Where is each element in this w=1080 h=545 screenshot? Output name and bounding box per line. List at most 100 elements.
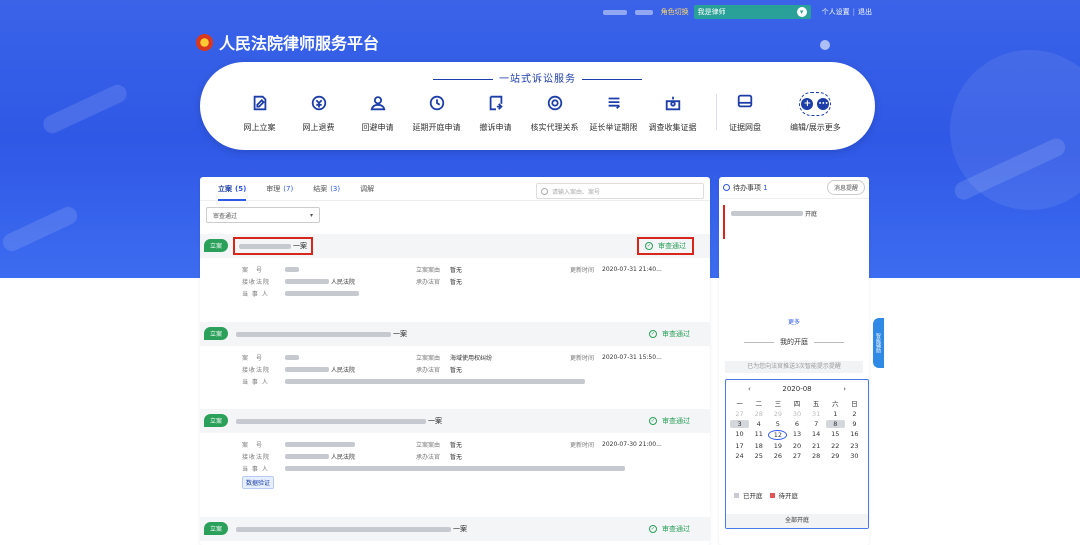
logout-link[interactable]: 退出 [858, 7, 872, 17]
case-title[interactable]: 一案 [236, 329, 407, 339]
site-logo[interactable]: 人民法院律师服务平台 [196, 30, 379, 54]
calendar-day[interactable]: 30 [787, 410, 806, 418]
court-calendar: ‹ 2020-08 › 一二三四五六日 27 28 29 30 31 1 2 3456789… [725, 379, 869, 529]
calendar-day[interactable]: 14 [807, 430, 826, 440]
service-extend-evidence[interactable]: 延长举证期限 [584, 92, 643, 133]
calendar-day[interactable]: 27 [730, 410, 749, 418]
filing-badge: 立案 [204, 239, 229, 252]
topbar-separator: | [852, 8, 855, 16]
calendar-day[interactable]: 3 [730, 420, 750, 428]
service-online-filing[interactable]: 网上立案 [230, 92, 289, 133]
calendar-day[interactable]: 15 [826, 430, 845, 440]
service-collect-evidence[interactable]: 调查收集证据 [643, 92, 702, 133]
calendar-day[interactable]: 28 [807, 452, 826, 460]
search-input[interactable]: 请输入案由、案号 [536, 183, 704, 199]
decor-stripe [40, 81, 130, 137]
calendar-day[interactable]: 29 [826, 452, 845, 460]
withdraw-icon [466, 92, 525, 114]
calendar-day[interactable]: 11 [749, 430, 768, 440]
calendar-day[interactable]: 13 [787, 430, 806, 440]
calendar-day[interactable]: 6 [787, 420, 806, 428]
calendar-day[interactable]: 17 [730, 442, 749, 450]
status-filter-select[interactable]: 审查通过 ▾ [206, 207, 320, 223]
calendar-day[interactable]: 2 [845, 410, 864, 418]
status-badge: ✓ 审查通过 [649, 417, 690, 425]
service-list: 网上立案 网上退费 回避申请 延期开庭申请 撤诉申请 核实代理关系 延长举证期限… [230, 92, 702, 133]
tab-mediation[interactable]: 调解 [360, 177, 374, 201]
case-card[interactable]: 立案 一案 ✓ 审查通过 [200, 517, 710, 541]
calendar-day[interactable]: 30 [845, 452, 864, 460]
person-icon [348, 92, 407, 114]
decor-stripe [0, 203, 81, 255]
chevron-down-icon: ▾ [309, 211, 313, 219]
calendar-day[interactable]: 1 [826, 410, 845, 418]
service-withdraw[interactable]: 撤诉申请 [466, 92, 525, 133]
service-postpone[interactable]: 延期开庭申请 [407, 92, 466, 133]
assistant-side-tab[interactable]: 智能辅助 [873, 318, 884, 368]
data-verify-button[interactable]: 数据验证 [242, 475, 275, 489]
check-circle-icon: ✓ [649, 525, 657, 533]
case-title[interactable]: 一案 [236, 524, 467, 534]
case-row: 当 事 人 [200, 462, 710, 474]
calendar-day[interactable]: 24 [730, 452, 749, 460]
calendar-day[interactable]: 31 [807, 410, 826, 418]
edit-more-button[interactable]: + ••• 编辑/展示更多 [790, 92, 841, 133]
service-recusal[interactable]: 回避申请 [348, 92, 407, 133]
case-title[interactable]: 一案 [233, 237, 313, 255]
calendar-day[interactable]: 8 [825, 420, 845, 428]
calendar-day[interactable]: 26 [768, 452, 787, 460]
calendar-day[interactable]: 21 [807, 442, 826, 450]
case-card[interactable]: 立案 一案 ✓ 审查通过 案 号立案案由 海域使用权纠纷 更新时间 2020-07-31… [200, 322, 710, 387]
calendar-day[interactable]: 7 [807, 420, 826, 428]
clock-icon [407, 92, 466, 114]
calendar-day[interactable]: 4 [749, 420, 768, 428]
tab-filing[interactable]: 立案 (5) [218, 177, 247, 201]
todo-item[interactable]: 开庭 [723, 205, 865, 239]
calendar-day[interactable]: 16 [845, 430, 864, 440]
clock-icon [723, 184, 730, 191]
calendar-day[interactable]: 29 [768, 410, 787, 418]
settings-link[interactable]: 个人设置 [822, 7, 850, 17]
chevron-left-icon[interactable]: ‹ [748, 385, 751, 393]
calendar-day[interactable]: 22 [826, 442, 845, 450]
all-courts-button[interactable]: 全部开庭 [726, 514, 868, 528]
case-row: 案 号立案案由 暂无 更新时间 2020-07-30 21:00... [242, 440, 662, 449]
role-select[interactable]: 我是律师 ▾ [693, 5, 811, 19]
calendar-day[interactable]: 20 [787, 442, 806, 450]
service-refund[interactable]: 网上退费 [289, 92, 348, 133]
calendar-day[interactable]: 10 [730, 430, 749, 440]
more-link[interactable]: 更多 [719, 317, 869, 326]
calendar-day[interactable]: 27 [787, 452, 806, 460]
role-switch-label: 角色切换 [660, 8, 689, 16]
case-row: 案 号立案案由 暂无 更新时间 2020-07-31 21:40... [242, 265, 662, 274]
tab-closed[interactable]: 结案 (3) [313, 177, 340, 201]
message-reminder-button[interactable]: 消息提醒 [826, 180, 865, 195]
calendar-day[interactable]: 25 [749, 452, 768, 460]
sidebar: 待办事项 1 消息提醒 开庭 更多 我的开庭 已为您向法官推送3次智能提示提醒 … [719, 177, 869, 545]
site-title: 人民法院律师服务平台 [219, 34, 380, 53]
search-icon [541, 187, 548, 195]
case-panel: 立案 (5) 审理 (7) 结案 (3) 调解 请输入案由、案号 审查通过 ▾ 立案 … [200, 177, 710, 545]
case-card-header: 立案 一案 ✓ 审查通过 [200, 517, 710, 541]
service-verify-agency[interactable]: 核实代理关系 [525, 92, 584, 133]
case-card[interactable]: 立案 一案 ✓ 审查通过 案 号立案案由 暂无 更新时间 2020-07-31 21:4… [200, 234, 710, 299]
calendar-day[interactable]: 19 [768, 442, 787, 450]
case-card[interactable]: 立案 一案 ✓ 审查通过 案 号立案案由 暂无 更新时间 2020-07-30 21:0… [200, 409, 710, 490]
chevron-down-icon: ▾ [796, 7, 807, 17]
disk-icon [736, 92, 754, 114]
evidence-disk-button[interactable]: 证据网盘 [729, 92, 761, 133]
calendar-day-today[interactable]: 12 [768, 430, 788, 440]
calendar-day[interactable]: 5 [768, 420, 787, 428]
chevron-right-icon[interactable]: › [843, 385, 846, 393]
role-select-value: 我是律师 [697, 8, 726, 16]
service-panel: 一站式诉讼服务 网上立案 网上退费 回避申请 延期开庭申请 撤诉申请 核实代理关… [200, 62, 875, 150]
calendar-day[interactable]: 23 [845, 442, 864, 450]
filing-badge: 立案 [204, 522, 229, 535]
calendar-day[interactable]: 9 [845, 420, 864, 428]
case-title[interactable]: 一案 [236, 416, 442, 426]
calendar-day[interactable]: 18 [749, 442, 768, 450]
case-row: 数据验证 [200, 474, 710, 490]
tab-trial[interactable]: 审理 (7) [266, 177, 293, 201]
calendar-legend: 已开庭 待开庭 [734, 490, 798, 500]
calendar-day[interactable]: 28 [749, 410, 768, 418]
